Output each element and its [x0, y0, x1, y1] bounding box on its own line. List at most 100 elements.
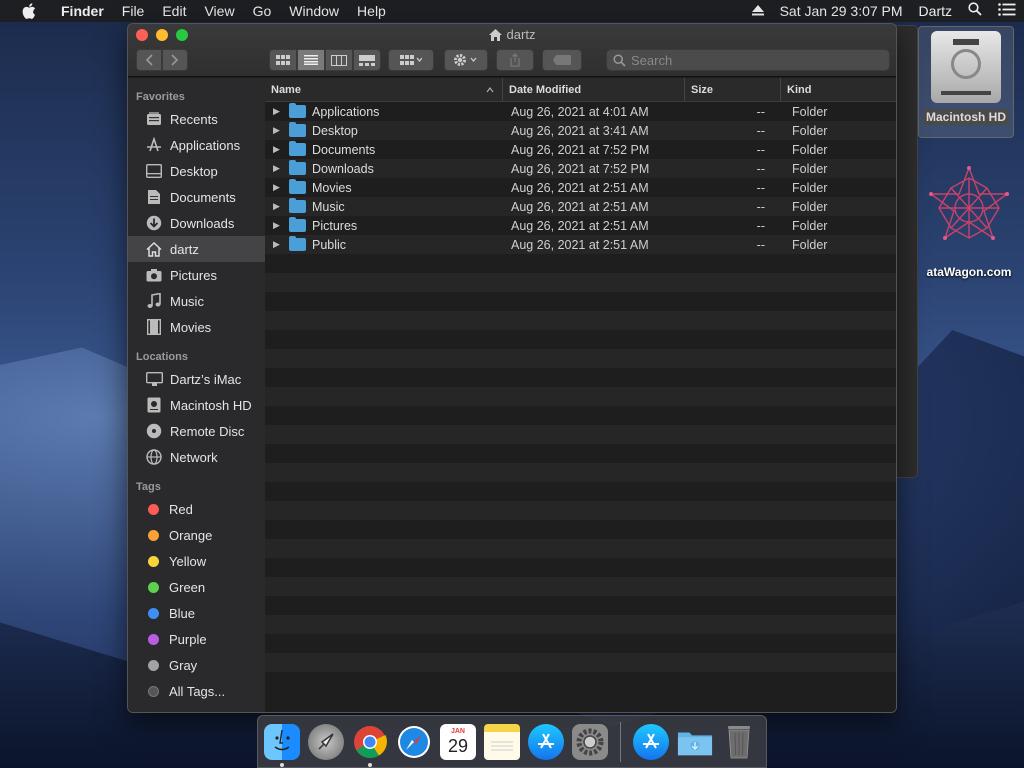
file-name-cell: ▶ Movies	[265, 179, 508, 195]
column-header-date[interactable]: Date Modified	[503, 78, 685, 101]
column-header-kind[interactable]: Kind	[781, 78, 896, 101]
disclosure-triangle-icon[interactable]: ▶	[273, 201, 283, 212]
action-menu-button[interactable]	[444, 49, 488, 71]
file-name: Downloads	[312, 161, 374, 176]
disclosure-triangle-icon[interactable]: ▶	[273, 182, 283, 193]
file-row[interactable]: ▶ Music Aug 26, 2021 at 2:51 AM -- Folder	[265, 197, 896, 216]
sidebar-item-imac[interactable]: Dartz’s iMac	[128, 366, 265, 392]
window-title: dartz	[128, 27, 896, 42]
window-titlebar[interactable]: dartz	[128, 24, 896, 77]
sidebar-item-pictures[interactable]: Pictures	[128, 262, 265, 288]
search-field[interactable]	[606, 49, 890, 71]
file-rows: ▶ Applications Aug 26, 2021 at 4:01 AM -- Fo…	[265, 102, 896, 672]
sidebar-item-recents[interactable]: Recents	[128, 106, 265, 132]
menu-go[interactable]: Go	[244, 0, 281, 22]
menu-window[interactable]: Window	[280, 0, 348, 22]
tag-icon	[553, 55, 571, 65]
sidebar-item-downloads[interactable]: Downloads	[128, 210, 265, 236]
spotlight-search-icon[interactable]	[960, 0, 990, 22]
eject-icon[interactable]	[744, 0, 772, 22]
desktop-datawagon-icon[interactable]: ataWagon.com	[915, 166, 1023, 279]
menu-file[interactable]: File	[113, 0, 154, 22]
menu-help[interactable]: Help	[348, 0, 395, 22]
file-row[interactable]: ▶ Desktop Aug 26, 2021 at 3:41 AM -- Folder	[265, 121, 896, 140]
disclosure-triangle-icon[interactable]: ▶	[273, 106, 283, 117]
sidebar-item-remote-disc[interactable]: Remote Disc	[128, 418, 265, 444]
menu-finder[interactable]: Finder	[52, 0, 113, 22]
downloads-folder-dock-icon[interactable]	[677, 724, 713, 760]
folder-icon	[289, 217, 306, 232]
back-button[interactable]	[136, 49, 162, 71]
file-row[interactable]: ▶ Applications Aug 26, 2021 at 4:01 AM -- Fo…	[265, 102, 896, 121]
finder-dock-icon[interactable]	[264, 723, 300, 767]
empty-row	[265, 330, 896, 349]
apple-menu-icon[interactable]	[20, 2, 38, 20]
menubar-user[interactable]: Dartz	[911, 0, 960, 22]
disclosure-triangle-icon[interactable]: ▶	[273, 220, 283, 231]
sidebar-item-documents[interactable]: Documents	[128, 184, 265, 210]
launchpad-dock-icon[interactable]	[308, 723, 344, 760]
icon-view-button[interactable]	[269, 49, 297, 71]
column-view-button[interactable]	[325, 49, 353, 71]
safari-dock-icon[interactable]	[396, 724, 432, 760]
sidebar-all-tags[interactable]: All Tags...	[128, 678, 265, 704]
disclosure-triangle-icon[interactable]: ▶	[273, 239, 283, 250]
group-by-button[interactable]	[388, 49, 434, 71]
sidebar-item-label: Purple	[169, 631, 207, 647]
sidebar-item-applications[interactable]: Applications	[128, 132, 265, 158]
notes-dock-icon[interactable]	[484, 723, 520, 760]
sidebar-item-movies[interactable]: Movies	[128, 314, 265, 340]
column-header-name[interactable]: Name	[265, 78, 503, 101]
edit-tags-button[interactable]	[542, 49, 582, 71]
app-store-dock-icon[interactable]	[528, 723, 564, 760]
sidebar-item-macintosh-hd[interactable]: Macintosh HD	[128, 392, 265, 418]
calendar-dock-icon[interactable]: JAN 29	[440, 723, 476, 760]
sidebar-tag-purple[interactable]: Purple	[128, 626, 265, 652]
sidebar-item-desktop[interactable]: Desktop	[128, 158, 265, 184]
disclosure-triangle-icon[interactable]: ▶	[273, 125, 283, 136]
sidebar-tag-yellow[interactable]: Yellow	[128, 548, 265, 574]
empty-row	[265, 387, 896, 406]
disclosure-triangle-icon[interactable]: ▶	[273, 163, 283, 174]
system-preferences-dock-icon[interactable]	[572, 723, 608, 760]
sidebar-tag-blue[interactable]: Blue	[128, 600, 265, 626]
sidebar-tag-green[interactable]: Green	[128, 574, 265, 600]
list-view-button[interactable]	[297, 49, 325, 71]
gallery-view-button[interactable]	[353, 49, 381, 71]
empty-row	[265, 501, 896, 520]
applications-folder-dock-icon[interactable]	[633, 723, 669, 760]
empty-row	[265, 520, 896, 539]
menu-edit[interactable]: Edit	[153, 0, 195, 22]
sidebar-tag-red[interactable]: Red	[128, 496, 265, 522]
desktop-macintosh-hd[interactable]: Macintosh HD	[918, 26, 1014, 138]
file-name: Applications	[312, 104, 380, 119]
sidebar-item-music[interactable]: Music	[128, 288, 265, 314]
file-date: Aug 26, 2021 at 7:52 PM	[511, 161, 650, 176]
music-note-icon	[145, 292, 163, 310]
sidebar-tag-orange[interactable]: Orange	[128, 522, 265, 548]
menubar-clock[interactable]: Sat Jan 29 3:07 PM	[772, 0, 911, 22]
file-row[interactable]: ▶ Documents Aug 26, 2021 at 7:52 PM -- Folde…	[265, 140, 896, 159]
disclosure-triangle-icon[interactable]: ▶	[273, 144, 283, 155]
share-button[interactable]	[496, 49, 534, 71]
empty-row	[265, 444, 896, 463]
file-row[interactable]: ▶ Pictures Aug 26, 2021 at 2:51 AM -- Folder	[265, 216, 896, 235]
file-list-area[interactable]: Name Date Modified Size Kind ▶ Applicatio…	[265, 78, 896, 712]
menu-view[interactable]: View	[195, 0, 243, 22]
chrome-dock-icon[interactable]	[352, 724, 388, 767]
file-row[interactable]: ▶ Public Aug 26, 2021 at 2:51 AM -- Folder	[265, 235, 896, 254]
notification-center-icon[interactable]	[990, 0, 1024, 22]
folder-icon	[289, 160, 306, 175]
file-row[interactable]: ▶ Movies Aug 26, 2021 at 2:51 AM -- Folder	[265, 178, 896, 197]
sidebar-item-network[interactable]: Network	[128, 444, 265, 470]
column-header-size[interactable]: Size	[685, 78, 781, 101]
search-input[interactable]	[631, 52, 871, 68]
forward-button[interactable]	[162, 49, 188, 71]
file-row[interactable]: ▶ Downloads Aug 26, 2021 at 7:52 PM -- Folde…	[265, 159, 896, 178]
sidebar-tag-gray[interactable]: Gray	[128, 652, 265, 678]
sidebar-item-dartz[interactable]: dartz	[128, 236, 265, 262]
trash-dock-icon[interactable]	[721, 724, 757, 760]
hard-drive-icon	[145, 396, 163, 414]
empty-row	[265, 292, 896, 311]
sidebar-item-label: Network	[170, 449, 218, 465]
